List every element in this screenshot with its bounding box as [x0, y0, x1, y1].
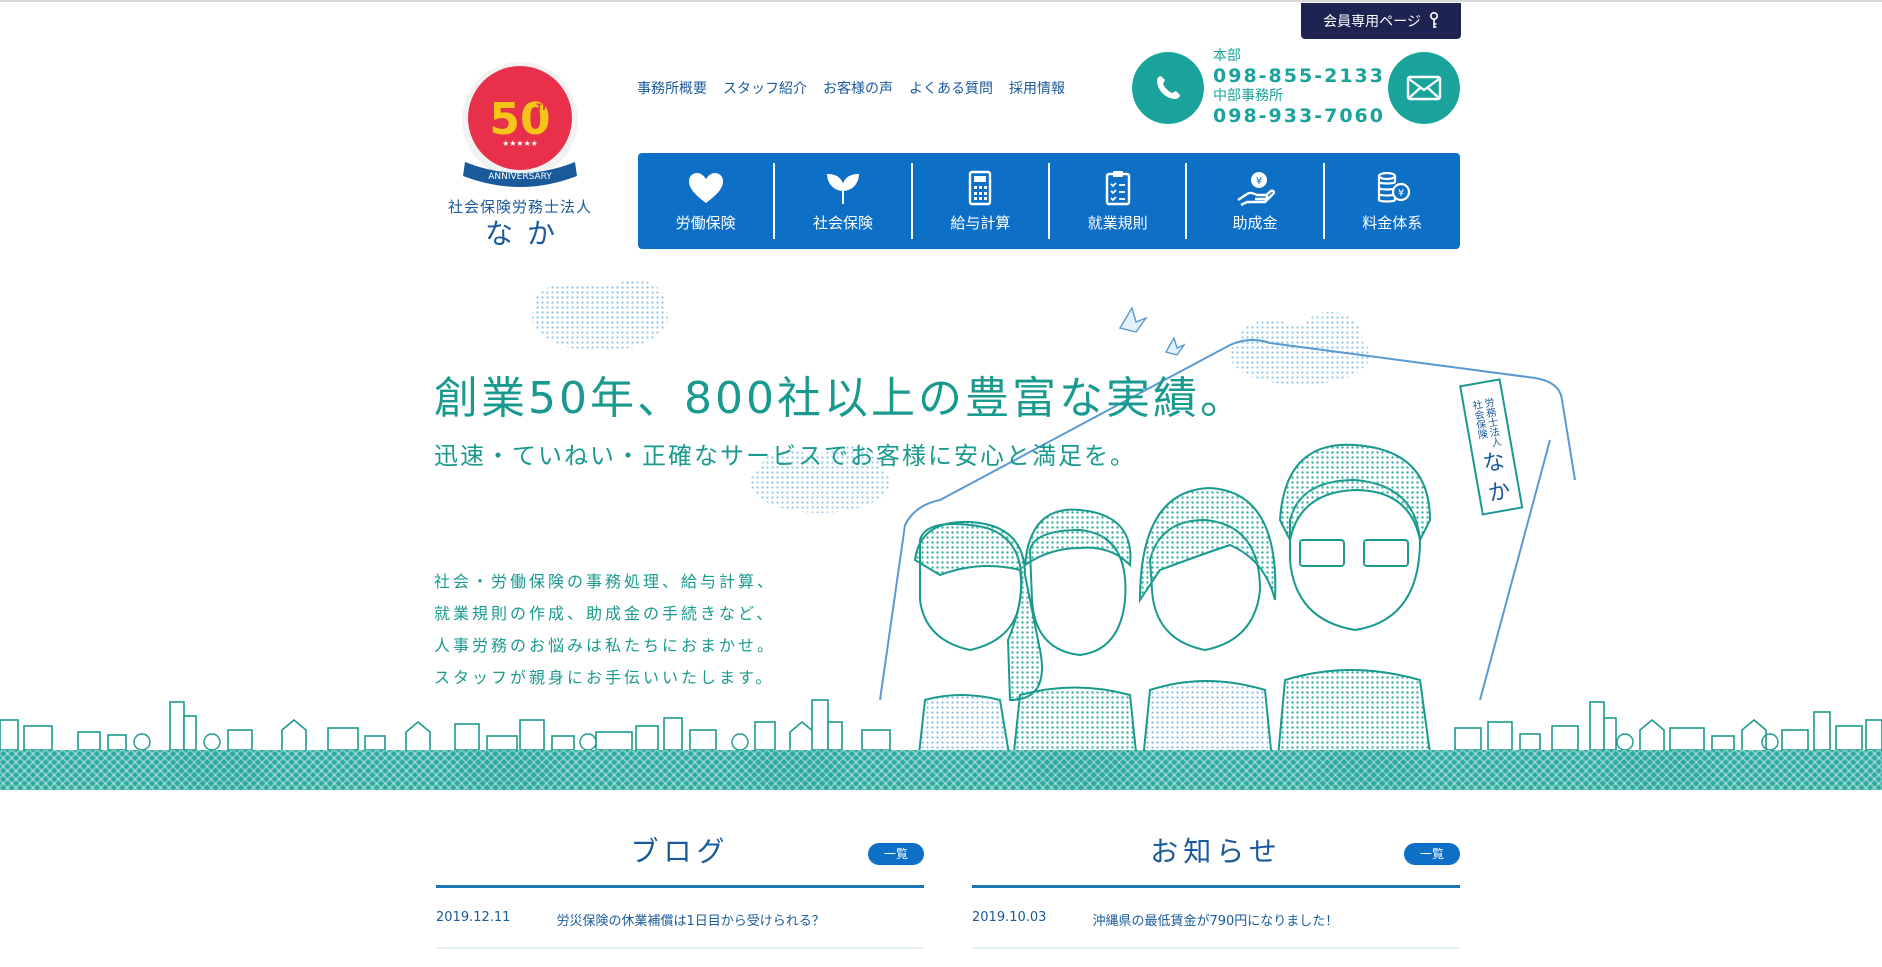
cloud-icon — [1230, 312, 1370, 385]
nav-label: 給与計算 — [950, 213, 1011, 232]
blog-list-button[interactable]: 一覧 — [868, 843, 924, 865]
nav-label: 社会保険 — [812, 213, 873, 232]
office-signboard: 社会保険 労務士法人 な か — [1459, 378, 1524, 516]
coins-icon: ¥ — [1378, 171, 1411, 203]
phone-icon — [1157, 76, 1180, 99]
blog-date: 2019.12.11 — [436, 910, 511, 925]
hero-description: 社会・労働保険の事務処理、給与計算、 就業規則の作成、助成金の手続きなど、 人事… — [434, 566, 776, 694]
mail-icon — [1406, 75, 1442, 101]
news-list-item[interactable]: 2019.10.03 沖縄県の最低賃金が790円になりました！ — [972, 888, 1460, 949]
clipboard-icon — [1105, 170, 1130, 205]
sub-navigation: 事務所概要 スタッフ紹介 お客様の声 よくある質問 採用情報 — [637, 78, 1065, 98]
hero-illustration: 社会保険 労務士法人 な か — [0, 280, 1882, 790]
office1-phone[interactable]: 098-855-2133 — [1213, 64, 1385, 88]
subnav-about[interactable]: 事務所概要 — [637, 78, 707, 98]
news-header: お知らせ 一覧 — [972, 830, 1460, 888]
nav-work-rules[interactable]: 就業規則 — [1050, 163, 1188, 239]
nav-label: 就業規則 — [1087, 213, 1148, 232]
nav-labor-insurance[interactable]: 労働保険 — [638, 163, 776, 239]
coin-hand-icon: ¥ — [1237, 171, 1275, 206]
badge-sup: TH — [536, 103, 550, 113]
main-navigation: 労働保険 社会保険 給与計算 就業規則 ¥ 助成金 ¥ 料金体系 — [638, 153, 1460, 249]
hero-desc-line: 社会・労働保険の事務処理、給与計算、 — [434, 572, 777, 591]
news-title: お知らせ — [1150, 835, 1282, 868]
staff-illustration — [913, 443, 1437, 790]
blog-section: ブログ 一覧 2019.12.11 労災保険の休業補償は1日目から受けられる？ — [436, 830, 924, 949]
hero-headline: 創業50年、800社以上の豊富な実績。 — [434, 373, 1247, 424]
news-item-title[interactable]: 沖縄県の最低賃金が790円になりました！ — [1092, 910, 1338, 929]
blog-item-title[interactable]: 労災保険の休業補償は1日目から受けられる？ — [556, 910, 824, 929]
hero-desc-line: 就業規則の作成、助成金の手続きなど、 — [434, 604, 776, 623]
badge-ribbon-text: ANNIVERSARY — [488, 172, 552, 182]
office2-phone[interactable]: 098-933-7060 — [1213, 104, 1385, 128]
svg-text:★★★★★: ★★★★★ — [502, 139, 538, 148]
news-list-button[interactable]: 一覧 — [1404, 843, 1460, 865]
key-icon — [1429, 12, 1438, 28]
subnav-faq[interactable]: よくある質問 — [909, 78, 993, 98]
subnav-recruit[interactable]: 採用情報 — [1009, 78, 1065, 98]
phone-numbers: 本部 098-855-2133 中部事務所 098-933-7060 — [1213, 48, 1385, 128]
member-page-label: 会員専用ページ — [1323, 14, 1421, 30]
nav-label: 料金体系 — [1362, 213, 1423, 232]
bird-icon — [1118, 306, 1148, 333]
blog-header: ブログ 一覧 — [436, 830, 924, 888]
svg-text:か: か — [1486, 478, 1512, 506]
anniversary-badge-icon: 50 TH ★★★★★ ANNIVERSARY — [462, 62, 578, 187]
site-logo[interactable]: 50 TH ★★★★★ ANNIVERSARY 社会保険労務士法人 なか — [430, 58, 610, 251]
nav-label: 助成金 — [1232, 213, 1278, 232]
nav-subsidy[interactable]: ¥ 助成金 — [1187, 163, 1325, 239]
logo-name: なか — [484, 217, 569, 250]
nav-social-insurance[interactable]: 社会保険 — [775, 163, 913, 239]
member-page-button[interactable]: 会員専用ページ — [1301, 3, 1461, 39]
svg-text:¥: ¥ — [1398, 188, 1404, 199]
office2-label: 中部事務所 — [1213, 88, 1283, 104]
nav-label: 労働保険 — [675, 213, 736, 232]
phone-button[interactable] — [1132, 52, 1204, 124]
bird-icon — [1164, 336, 1186, 356]
heart-icon — [688, 172, 723, 203]
office1-label: 本部 — [1213, 48, 1241, 64]
news-date: 2019.10.03 — [972, 910, 1047, 925]
logo-corp-label: 社会保険労務士法人 — [447, 198, 592, 216]
nav-payroll[interactable]: 給与計算 — [913, 163, 1050, 239]
calculator-icon — [969, 170, 992, 205]
svg-text:¥: ¥ — [1256, 176, 1262, 187]
blog-list-item[interactable]: 2019.12.11 労災保険の休業補償は1日目から受けられる？ — [436, 888, 924, 949]
news-section: お知らせ 一覧 2019.10.03 沖縄県の最低賃金が790円になりました！ — [972, 830, 1460, 949]
blog-title: ブログ — [630, 835, 730, 868]
ground-pattern — [0, 750, 1882, 790]
svg-text:な: な — [1481, 449, 1507, 477]
hero-subline: 迅速・ていねい・正確なサービスでお客様に安心と満足を。 — [434, 442, 1136, 470]
nav-pricing[interactable]: ¥ 料金体系 — [1325, 163, 1460, 239]
mail-button[interactable] — [1388, 52, 1460, 124]
badge-number: 50 — [489, 94, 550, 145]
cloud-icon — [532, 280, 668, 351]
top-border — [0, 0, 1882, 2]
subnav-voice[interactable]: お客様の声 — [823, 78, 893, 98]
leaf-icon — [826, 173, 860, 204]
hero-desc-line: 人事労務のお悩みは私たちにおまかせ。 — [434, 636, 777, 655]
hero-desc-line: スタッフが親身にお手伝いいたします。 — [434, 668, 775, 687]
subnav-staff[interactable]: スタッフ紹介 — [723, 78, 807, 98]
